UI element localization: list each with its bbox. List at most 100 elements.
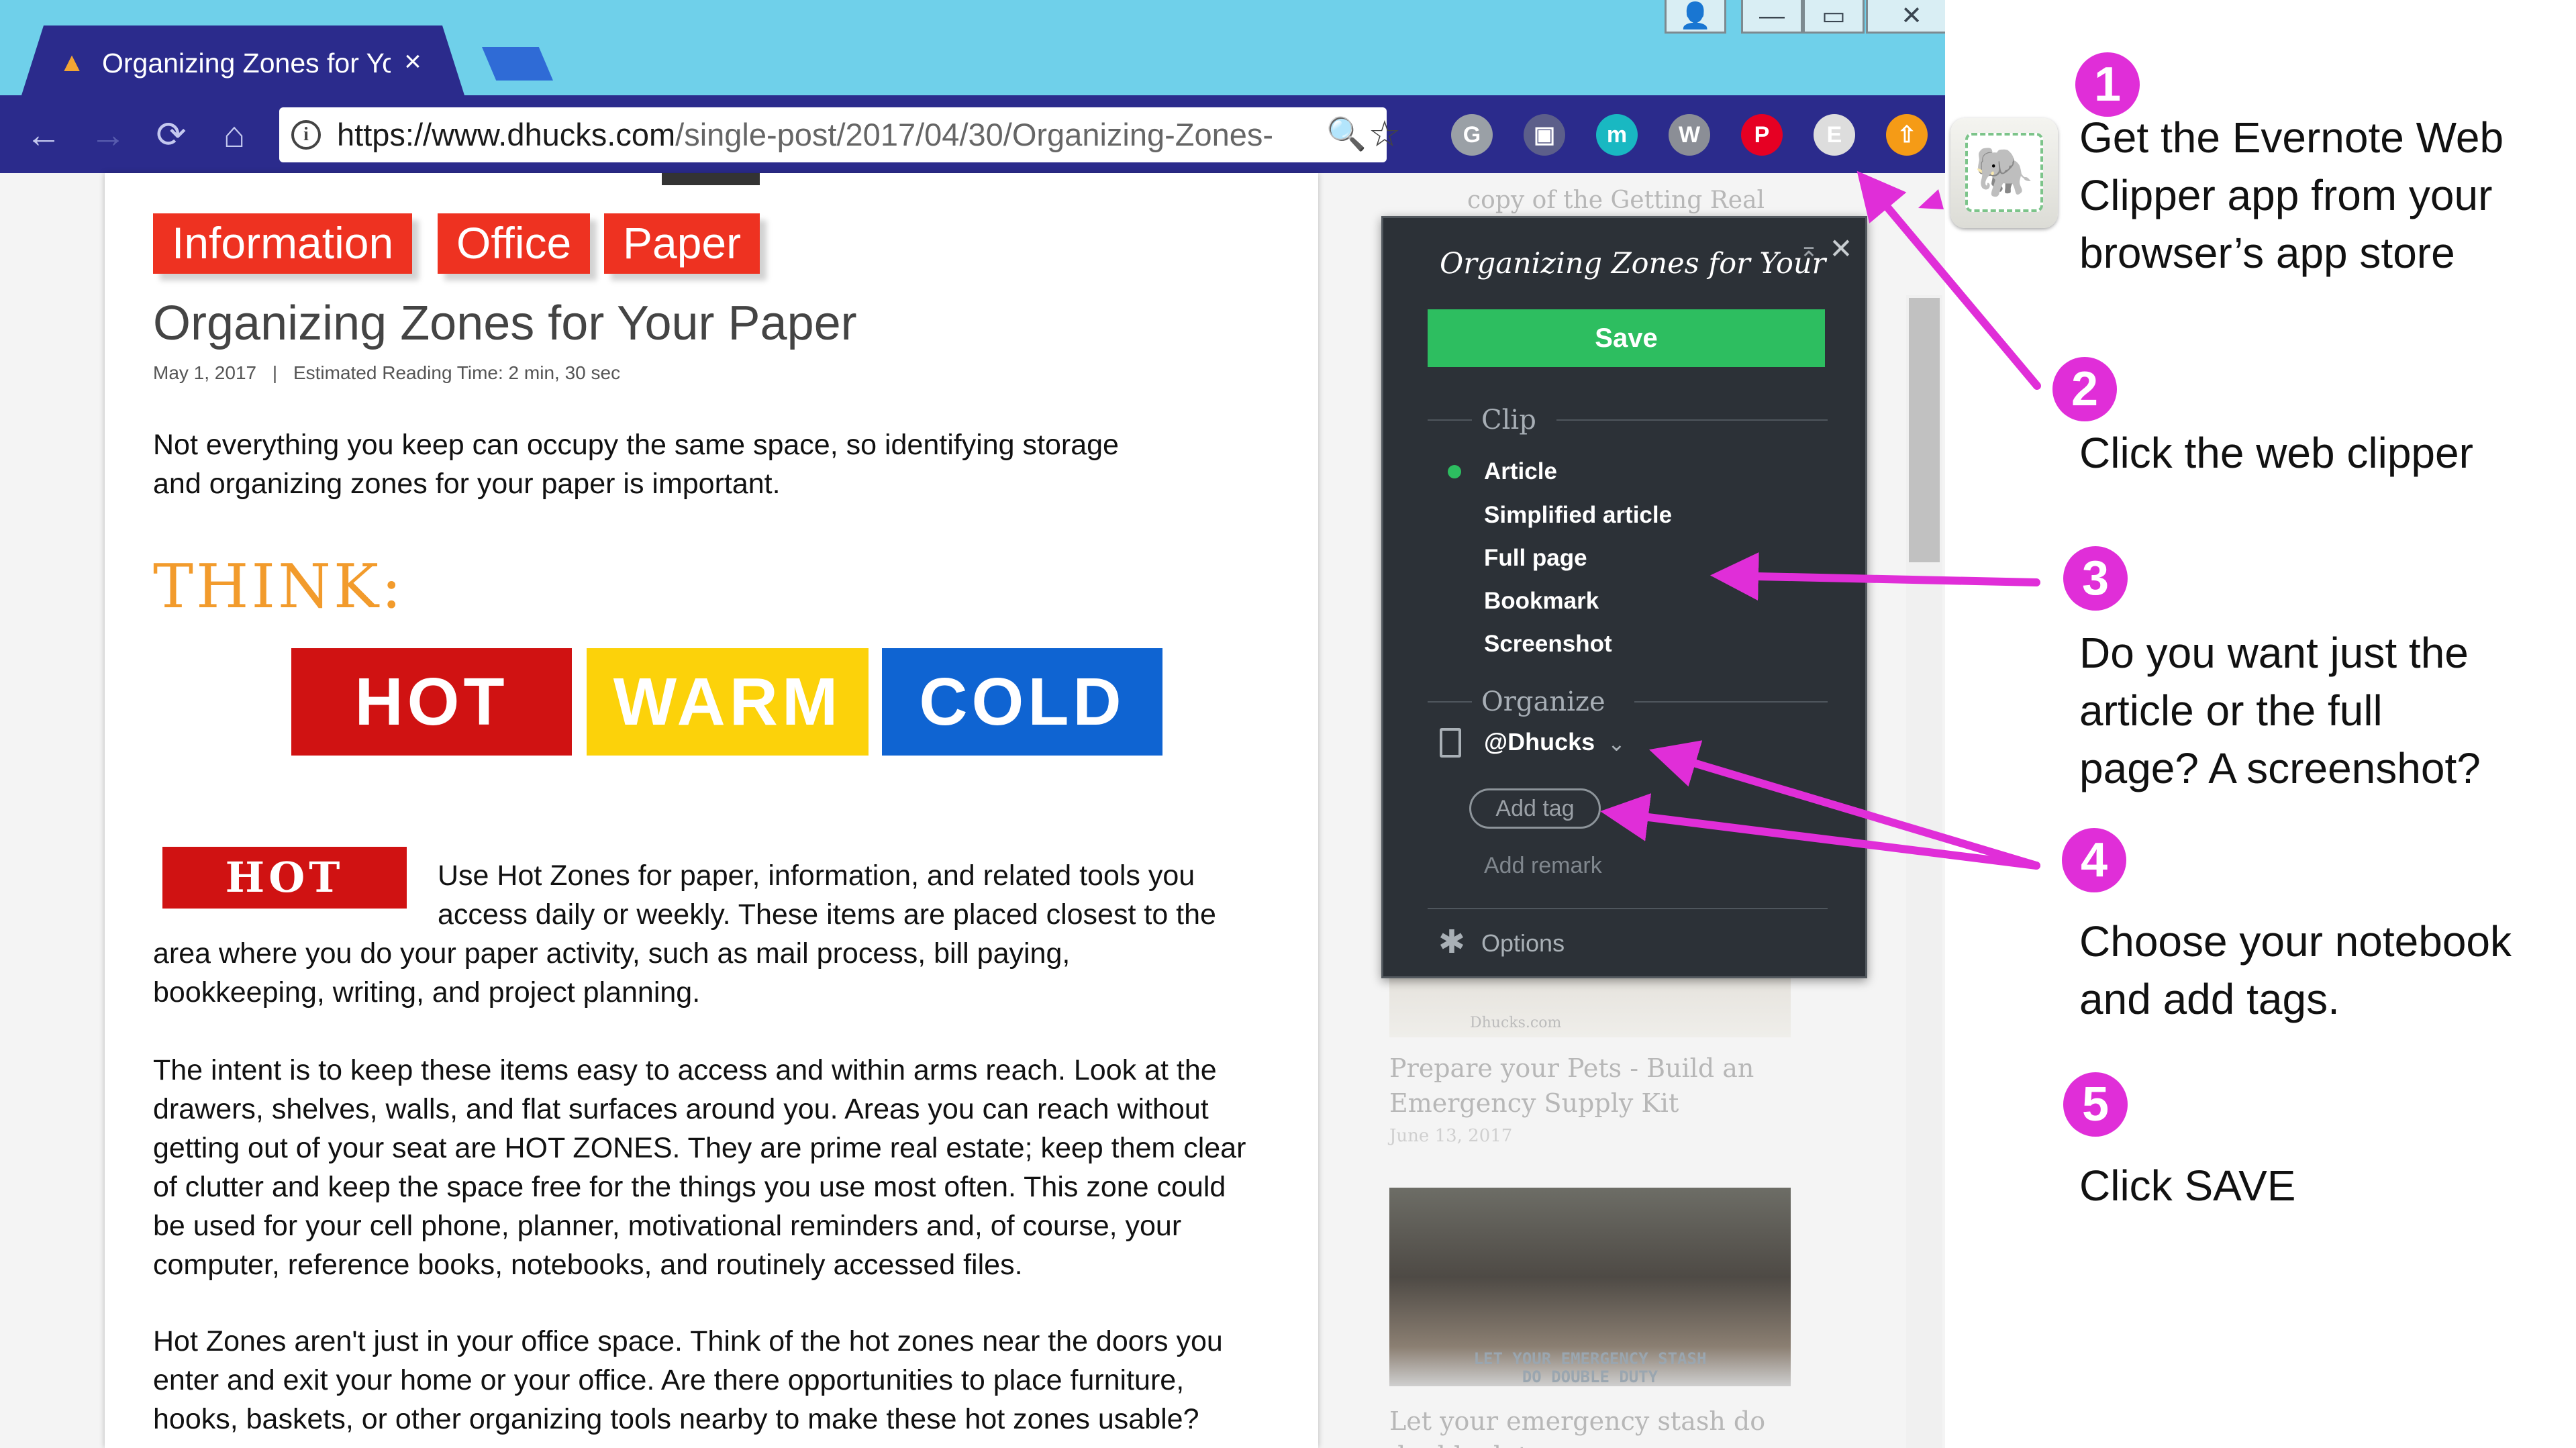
sidebar-post-title[interactable]: Prepare your Pets - Build an Emergency S… [1389, 1051, 1754, 1121]
site-info-icon[interactable]: i [291, 120, 321, 150]
clip-option-simplified-article[interactable]: Simplified article [1484, 499, 1672, 532]
step-text: Click the web clipper [2079, 424, 2576, 482]
sidebar-post-title[interactable]: Let your emergency stash do double duty [1389, 1404, 1765, 1448]
hotzones-paragraph: Hot Zones aren't just in your office spa… [153, 1322, 1307, 1439]
home-button[interactable]: ⌂ [213, 114, 255, 156]
grammarly-icon[interactable]: G [1451, 114, 1493, 156]
hot-badge: HOT [162, 847, 407, 909]
organize-section-label: Organize [1481, 686, 1605, 717]
forward-button[interactable]: → [87, 114, 129, 156]
step-text: Do you want just the article or the full… [2079, 624, 2576, 797]
section-rule [1428, 419, 1472, 421]
step-number-badge: 1 [2075, 52, 2140, 117]
section-rule [1428, 701, 1472, 703]
collapse-icon[interactable]: ⌅ [1795, 236, 1822, 262]
m-extension-icon[interactable]: m [1596, 114, 1638, 156]
notebook-selector[interactable]: @Dhucks [1484, 725, 1595, 759]
reload-button[interactable]: ⟳ [150, 114, 192, 156]
options-link[interactable]: Options [1481, 927, 1565, 960]
clip-section-label: Clip [1481, 405, 1536, 435]
sidebar-post-title-line: double duty [1389, 1439, 1765, 1448]
clip-option-article[interactable]: Article [1484, 455, 1557, 488]
section-rule [1634, 701, 1828, 703]
post-date: May 1, 2017 [153, 362, 257, 383]
url-text[interactable]: https://www.dhucks.com/single-post/2017/… [337, 115, 1317, 154]
upload-icon[interactable]: ⇧ [1886, 114, 1928, 156]
intro-line: and organizing zones for your paper is i… [153, 468, 781, 500]
close-icon[interactable]: ✕ [1826, 234, 1856, 264]
hot-line: area where you do your paper activity, s… [153, 937, 1071, 970]
step-text-line: Do you want just the [2079, 629, 2469, 677]
post-meta: May 1, 2017 | Estimated Reading Time: 2 … [153, 360, 620, 386]
sidebar-post-date: June 13, 2017 [1389, 1126, 1513, 1146]
divider [1428, 908, 1828, 909]
header-fragment [662, 173, 760, 185]
evernote-icon[interactable]: E [1814, 114, 1855, 156]
url-path: /single-post/2017/04/30/Organizing-Zones… [675, 117, 1274, 152]
category-tag-office[interactable]: Office [438, 213, 591, 274]
step-text: Get the Evernote Web Clipper app from yo… [2079, 109, 2576, 282]
browser-tab[interactable]: ▲ Organizing Zones for You × [21, 25, 464, 95]
sidebar-thumbnail-pets[interactable]: Dhucks.com [1389, 973, 1791, 1037]
hotzones-line: hooks, baskets, or other organizing tool… [153, 1403, 1199, 1435]
tab-close-icon[interactable]: × [396, 43, 430, 81]
screen-capture-icon[interactable]: ▣ [1524, 114, 1565, 156]
sidebar-snippet: copy of the Getting Real [1467, 187, 1765, 214]
step-number-badge: 4 [2062, 828, 2126, 892]
step-text-line: and add tags. [2079, 975, 2340, 1023]
add-tag-input[interactable]: Add tag [1469, 788, 1601, 829]
step-number-badge: 3 [2063, 546, 2128, 611]
clip-option-bookmark[interactable]: Bookmark [1484, 584, 1599, 618]
evernote-app-icon: 🐘 [1950, 118, 2058, 228]
step-text: Choose your notebook and add tags. [2079, 913, 2576, 1028]
step-text-line: page? A screenshot? [2079, 744, 2481, 792]
pinterest-icon[interactable]: P [1741, 114, 1783, 156]
screenshot-root: ▲ Organizing Zones for You × 👤 — ▭ ✕ ← →… [0, 0, 2576, 1448]
user-profile-icon[interactable]: 👤 [1665, 0, 1726, 34]
zoom-icon[interactable]: 🔍 [1326, 117, 1367, 153]
intro-line: Not everything you keep can occupy the s… [153, 429, 1119, 461]
add-remark-input[interactable]: Add remark [1484, 849, 1602, 882]
chevron-down-icon[interactable]: ⌄ [1607, 727, 1626, 760]
clipper-title[interactable]: Organizing Zones for Your [1440, 245, 1826, 282]
thumbnail-caption-line: DO DOUBLE DUTY [1522, 1367, 1658, 1386]
close-window-button[interactable]: ✕ [1866, 0, 1957, 34]
step-text-line: Click the web clipper [2079, 429, 2473, 477]
back-button[interactable]: ← [23, 114, 64, 156]
selected-dot-icon [1448, 465, 1461, 478]
clip-option-full-page[interactable]: Full page [1484, 541, 1587, 575]
bookmark-star-icon[interactable]: ☆ [1367, 114, 1403, 154]
category-tag-paper[interactable]: Paper [604, 213, 760, 274]
intent-line: getting out of your seat are HOT ZONES. … [153, 1132, 1246, 1164]
step-number-badge: 2 [2052, 357, 2117, 421]
reading-time: Estimated Reading Time: 2 min, 30 sec [293, 362, 621, 383]
hotzones-line: Hot Zones aren't just in your office spa… [153, 1325, 1223, 1357]
sidebar-post-title-line: Emergency Supply Kit [1389, 1088, 1679, 1118]
category-tag-information[interactable]: Information [153, 213, 413, 274]
minimize-window-button[interactable]: — [1741, 0, 1803, 34]
restore-window-button[interactable]: ▭ [1803, 0, 1865, 34]
step-text-line: Choose your notebook [2079, 917, 2512, 966]
intent-line: of clutter and keep the space free for t… [153, 1171, 1226, 1203]
hotzones-line: enter and exit your home or your office.… [153, 1364, 1185, 1396]
intent-line: drawers, shelves, walls, and flat surfac… [153, 1093, 1209, 1125]
thumbnail-caption: LET YOUR EMERGENCY STASH DO DOUBLE DUTY [1389, 1350, 1791, 1386]
hot-paragraph: area where you do your paper activity, s… [153, 934, 1307, 1012]
thumbnail-watermark: Dhucks.com [1470, 1015, 1562, 1031]
new-tab-button[interactable] [482, 47, 553, 81]
step-text-line: browser’s app store [2079, 229, 2455, 277]
site-favicon-icon: ▲ [58, 48, 85, 77]
think-heading: THINK: [153, 552, 405, 622]
scrollbar-thumb[interactable] [1909, 298, 1940, 562]
address-bar[interactable]: i https://www.dhucks.com/single-post/201… [279, 107, 1401, 162]
step-text-line: article or the full [2079, 686, 2383, 735]
clip-option-screenshot[interactable]: Screenshot [1484, 627, 1612, 661]
gear-icon[interactable]: ✱ [1434, 925, 1469, 960]
step-text-line: Clipper app from your [2079, 171, 2493, 219]
elephant-icon: 🐘 [1965, 133, 2043, 212]
intent-paragraph: The intent is to keep these items easy t… [153, 1051, 1307, 1284]
zone-warm-block: WARM [587, 648, 869, 756]
browser-titlebar: ▲ Organizing Zones for You × 👤 — ▭ ✕ [0, 0, 1957, 95]
w-extension-icon[interactable]: W [1669, 114, 1710, 156]
save-button[interactable]: Save [1428, 309, 1825, 367]
